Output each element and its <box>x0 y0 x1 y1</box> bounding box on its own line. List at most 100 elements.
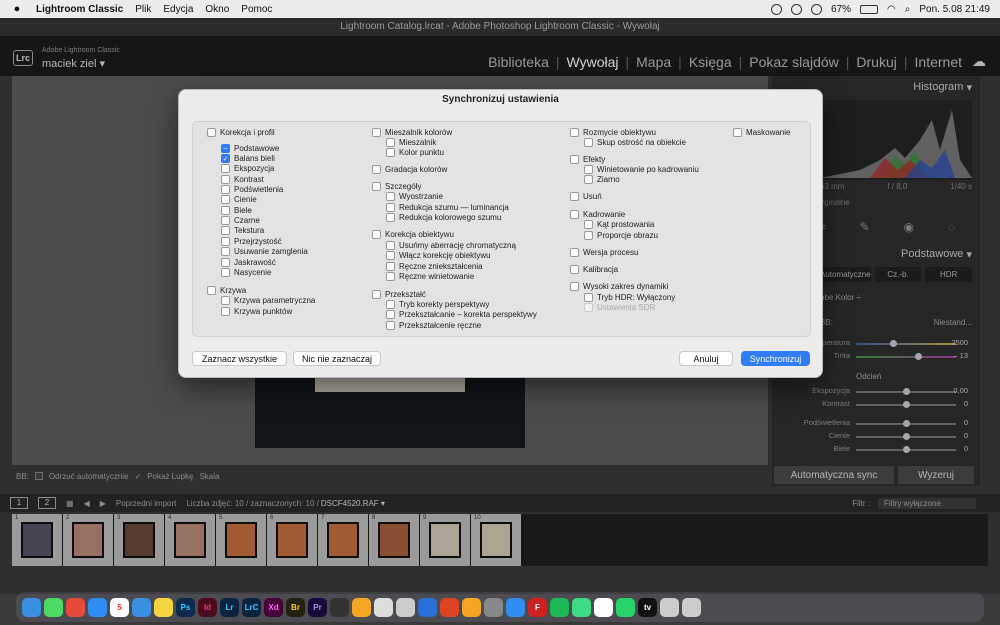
menu-okno[interactable]: Okno <box>205 4 229 15</box>
sync-option-checkbox[interactable]: Przekształcenie ręczne <box>386 321 481 330</box>
checkbox-icon[interactable] <box>584 231 593 240</box>
checkbox-icon[interactable] <box>207 128 216 137</box>
sync-option-checkbox[interactable]: Usuńmy aberrację chromatyczną <box>386 241 516 250</box>
checkbox-icon[interactable] <box>386 138 395 147</box>
sync-option-checkbox[interactable]: – Podstawowe <box>221 144 279 153</box>
sync-option-checkbox[interactable]: Winietowanie po kadrowaniu <box>584 165 699 174</box>
app-store-icon[interactable] <box>506 597 525 617</box>
checkbox-icon[interactable] <box>221 185 230 194</box>
sync-option-checkbox[interactable]: Rozmycie obiektywu <box>570 128 656 137</box>
checkbox-icon[interactable] <box>207 286 216 295</box>
sync-option-checkbox[interactable]: Kontrast <box>221 175 264 184</box>
checkbox-icon[interactable] <box>386 213 395 222</box>
checkbox-icon[interactable] <box>221 237 230 246</box>
sync-option-checkbox[interactable]: Przejrzystość <box>221 237 282 246</box>
checkbox-icon[interactable] <box>584 138 593 147</box>
checkbox-icon[interactable] <box>386 262 395 271</box>
status-icon[interactable] <box>791 3 803 15</box>
sync-option-checkbox[interactable]: Usuń <box>570 192 602 201</box>
synchronize-button[interactable]: Synchronizuj <box>741 351 810 366</box>
checkbox-icon[interactable] <box>221 195 230 204</box>
checkbox-icon[interactable] <box>372 290 381 299</box>
select-none-button[interactable]: Nic nie zaznaczaj <box>293 351 381 366</box>
checkbox-icon[interactable] <box>221 258 230 267</box>
sync-option-checkbox[interactable]: Tryb korekty perspektywy <box>386 300 489 309</box>
menu-pomoc[interactable]: Pomoc <box>241 4 272 15</box>
keynote-icon[interactable] <box>418 597 437 617</box>
settings-icon[interactable] <box>484 597 503 617</box>
sync-option-checkbox[interactable]: Redukcja szumu — luminancja <box>386 203 509 212</box>
checkbox-icon[interactable] <box>386 203 395 212</box>
sync-option-checkbox[interactable]: Usuwanie zamglenia <box>221 247 308 256</box>
sync-option-checkbox[interactable]: Kalibracja <box>570 265 618 274</box>
photoshop-icon[interactable]: Ps <box>176 597 195 617</box>
battery-icon[interactable] <box>860 4 879 14</box>
sync-option-checkbox[interactable]: Cienie <box>221 195 257 204</box>
checkbox-icon[interactable] <box>386 148 395 157</box>
wifi-icon[interactable]: ◠ <box>887 4 896 15</box>
sync-option-checkbox[interactable]: Wyostrzanie <box>386 192 443 201</box>
sync-option-checkbox[interactable]: Kolor punktu <box>386 148 444 157</box>
checkbox-icon[interactable] <box>221 175 230 184</box>
checkbox-icon[interactable] <box>386 251 395 260</box>
trash-icon[interactable] <box>682 597 701 617</box>
sync-option-checkbox[interactable]: Kadrowanie <box>570 210 625 219</box>
checkbox-icon[interactable] <box>570 282 579 291</box>
chrome-icon[interactable] <box>66 597 85 617</box>
sync-option-checkbox[interactable]: Jaskrawość <box>221 258 276 267</box>
checkbox-icon[interactable] <box>570 192 579 201</box>
menu-app-name[interactable]: Lightroom Classic <box>36 4 123 15</box>
checkbox-icon[interactable] <box>570 265 579 274</box>
checkbox-icon[interactable] <box>221 164 230 173</box>
mail-icon[interactable] <box>132 597 151 617</box>
stack-icon[interactable] <box>396 597 415 617</box>
checkbox-icon[interactable] <box>386 321 395 330</box>
sync-option-checkbox[interactable]: Wysoki zakres dynamiki <box>570 282 668 291</box>
sync-option-checkbox[interactable]: Przekształć <box>372 290 426 299</box>
clock[interactable]: Pon. 5.08 21:49 <box>919 4 990 15</box>
checkbox-icon[interactable]: ✓ <box>221 154 230 163</box>
davinci-icon[interactable] <box>330 597 349 617</box>
checkbox-icon[interactable] <box>221 206 230 215</box>
checkbox-icon[interactable] <box>221 226 230 235</box>
sync-option-checkbox[interactable]: Ekspozycja <box>221 164 274 173</box>
checkbox-icon[interactable] <box>221 247 230 256</box>
checkbox-icon[interactable] <box>386 272 395 281</box>
safari-icon[interactable] <box>88 597 107 617</box>
premiere-icon[interactable]: Pr <box>308 597 327 617</box>
sync-option-checkbox[interactable]: Ręczne winietowanie <box>386 272 474 281</box>
sync-option-checkbox[interactable]: Mieszalnik kolorów <box>372 128 452 137</box>
menu-plik[interactable]: Plik <box>135 4 151 15</box>
acrobat-icon[interactable] <box>440 597 459 617</box>
sync-option-checkbox[interactable]: Biele <box>221 206 252 215</box>
sync-option-checkbox[interactable]: Krzywa punktów <box>221 307 292 316</box>
checkbox-icon[interactable] <box>386 192 395 201</box>
sync-option-checkbox[interactable]: Skup ostrość na obiekcie <box>584 138 686 147</box>
indesign-icon[interactable]: Id <box>198 597 217 617</box>
sync-option-checkbox[interactable]: Czarne <box>221 216 260 225</box>
sync-option-checkbox[interactable]: Szczegóły <box>372 182 421 191</box>
checkbox-icon[interactable] <box>372 165 381 174</box>
finder-icon[interactable] <box>22 597 41 617</box>
sync-option-checkbox[interactable]: ✓ Balans bieli <box>221 154 275 163</box>
bridge-icon[interactable]: Br <box>286 597 305 617</box>
checkbox-icon[interactable] <box>372 230 381 239</box>
checkbox-icon[interactable] <box>386 300 395 309</box>
sync-option-checkbox[interactable]: Ręczne zniekształcenia <box>386 262 483 271</box>
sync-option-checkbox[interactable]: Gradacja kolorów <box>372 165 447 174</box>
sync-option-checkbox[interactable]: Maskowanie <box>733 128 790 137</box>
checkbox-icon[interactable] <box>372 128 381 137</box>
apple-tv-icon[interactable]: tv <box>638 597 657 617</box>
sync-option-checkbox[interactable]: Proporcje obrazu <box>584 231 658 240</box>
checkbox-icon[interactable] <box>570 210 579 219</box>
sync-option-checkbox[interactable]: Tekstura <box>221 226 264 235</box>
sync-option-checkbox[interactable]: Krzywa parametryczna <box>221 296 315 305</box>
checkbox-icon[interactable] <box>221 296 230 305</box>
sync-option-checkbox[interactable]: Ustawienia SDR <box>584 303 655 312</box>
lightroom-icon[interactable]: Lr <box>220 597 239 617</box>
checkbox-icon[interactable] <box>386 241 395 250</box>
photos-icon[interactable] <box>352 597 371 617</box>
sync-option-checkbox[interactable]: Nasycenie <box>221 268 271 277</box>
sync-option-checkbox[interactable]: Kąt prostowania <box>584 220 654 229</box>
sync-option-checkbox[interactable]: Efekty <box>570 155 605 164</box>
